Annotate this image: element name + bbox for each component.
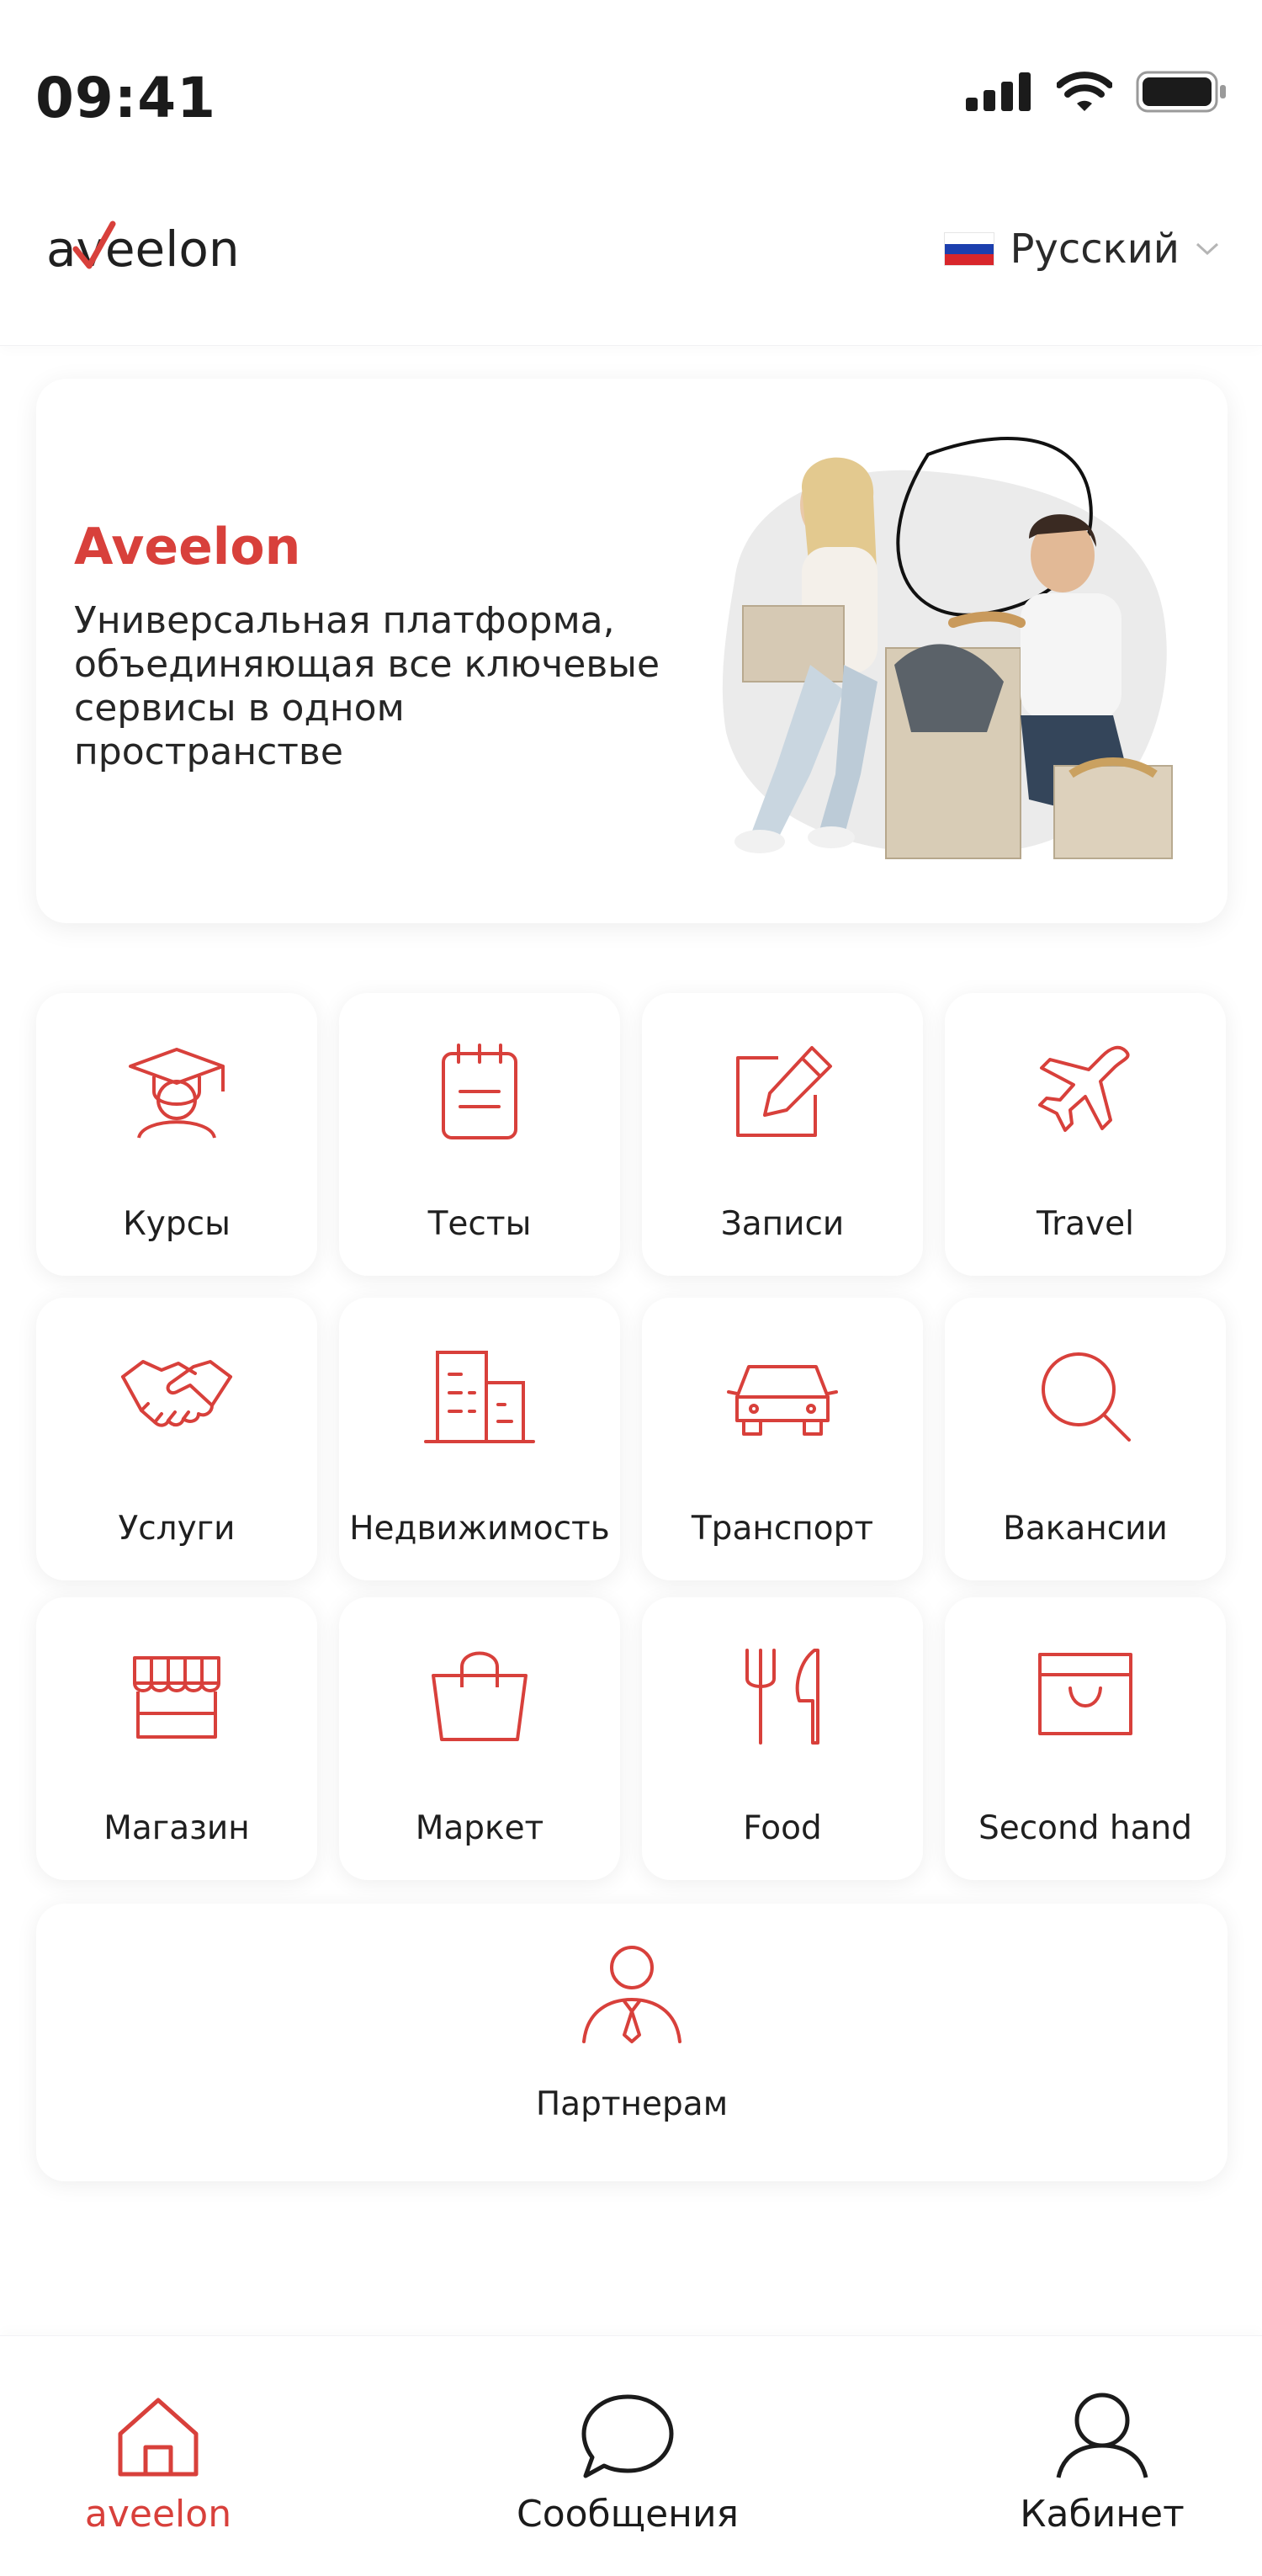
service-tile-store[interactable]: Магазин (36, 1597, 317, 1880)
tab-account[interactable]: Кабинет (976, 2387, 1228, 2536)
user-icon (1056, 2393, 1148, 2478)
hero-illustration (722, 437, 1173, 859)
service-tile-transport[interactable]: Транспорт (642, 1298, 923, 1580)
partners-label: Партнерам (535, 2085, 729, 2123)
status-icons (966, 71, 1228, 113)
service-label: Услуги (118, 1510, 236, 1548)
chevron-down-icon (1196, 242, 1219, 256)
service-label: Тесты (427, 1205, 532, 1243)
service-label: Вакансии (1003, 1510, 1168, 1548)
service-tile-second-hand[interactable]: Second hand (945, 1597, 1226, 1880)
tab-label: Кабинет (1020, 2493, 1185, 2536)
status-bar: 09:41 (0, 0, 1262, 177)
tab-label: Сообщения (516, 2493, 740, 2536)
wifi-icon (1057, 72, 1112, 111)
buildings-icon (424, 1351, 535, 1443)
service-label: Недвижимость (349, 1510, 610, 1548)
service-tile-tests[interactable]: Тесты (339, 993, 620, 1276)
service-tile-records[interactable]: Записи (642, 993, 923, 1276)
shopping-bag-icon (432, 1651, 528, 1741)
tab-home[interactable]: aveelon (32, 2387, 284, 2536)
language-label: Русский (1010, 226, 1180, 273)
service-tile-food[interactable]: Food (642, 1597, 923, 1880)
service-tile-services[interactable]: Услуги (36, 1298, 317, 1580)
chat-bubble-icon (581, 2394, 674, 2478)
service-tile-real-estate[interactable]: Недвижимость (339, 1298, 620, 1580)
service-label: Second hand (978, 1809, 1192, 1847)
partner-person-icon (582, 1946, 681, 2043)
airplane-icon (1038, 1045, 1130, 1132)
hero-banner[interactable]: Aveelon Универсальная платформа, объедин… (36, 379, 1228, 923)
store-icon (133, 1656, 220, 1739)
service-label: Курсы (123, 1205, 231, 1243)
service-label: Food (743, 1809, 822, 1847)
edit-icon (736, 1046, 832, 1137)
partners-tile[interactable]: Партнерам (36, 1904, 1228, 2181)
service-label: Магазин (103, 1809, 250, 1847)
service-label: Записи (720, 1205, 845, 1243)
status-time: 09:41 (35, 66, 217, 130)
fork-knife-icon (745, 1649, 819, 1745)
service-tile-vacancies[interactable]: Вакансии (945, 1298, 1226, 1580)
service-tile-market[interactable]: Маркет (339, 1597, 620, 1880)
language-selector[interactable]: Русский (944, 226, 1220, 273)
battery-icon (1136, 71, 1226, 113)
graduation-cap-icon (129, 1048, 225, 1139)
service-tile-courses[interactable]: Курсы (36, 993, 317, 1276)
box-icon (1038, 1653, 1132, 1735)
tab-label: aveelon (84, 2493, 232, 2536)
service-label: Travel (1037, 1205, 1134, 1243)
tab-messages[interactable]: Сообщения (501, 2387, 754, 2536)
cellular-signal-icon (966, 72, 1031, 111)
car-icon (727, 1365, 838, 1436)
russian-flag-icon (944, 232, 995, 266)
bottom-tab-bar: aveelon Сообщения Кабинет (0, 2335, 1262, 2576)
search-icon (1042, 1352, 1131, 1442)
hero-description: Универсальная платформа, объединяющая вс… (74, 599, 660, 773)
logo-check-mark-icon (72, 220, 116, 269)
service-label: Маркет (415, 1809, 544, 1847)
home-icon (118, 2398, 199, 2477)
handshake-icon (121, 1360, 232, 1427)
service-label: Транспорт (691, 1510, 874, 1548)
service-tile-travel[interactable]: Travel (945, 993, 1226, 1276)
hero-title: Aveelon (74, 518, 301, 576)
notepad-icon (442, 1044, 517, 1139)
